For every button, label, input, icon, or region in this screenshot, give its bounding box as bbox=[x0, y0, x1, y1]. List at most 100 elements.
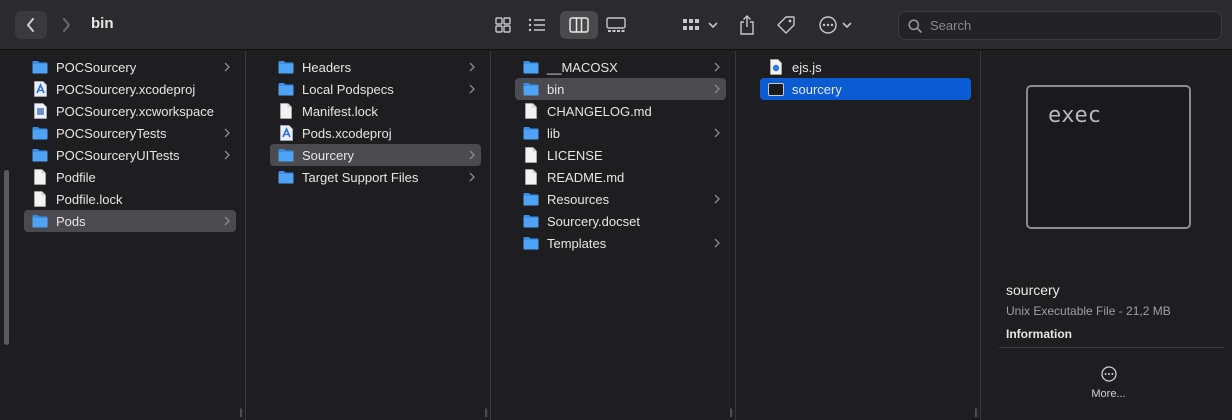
gallery-view-button[interactable] bbox=[604, 11, 628, 39]
chevron-right-icon bbox=[469, 170, 475, 185]
file-row[interactable]: Target Support Files bbox=[270, 166, 481, 188]
file-row[interactable]: POCSourcery bbox=[24, 56, 236, 78]
file-row[interactable]: Local Podspecs bbox=[270, 78, 481, 100]
scrollbar[interactable] bbox=[4, 170, 9, 345]
folder-icon bbox=[523, 214, 539, 228]
file-row[interactable]: README.md bbox=[515, 166, 726, 188]
file-row[interactable]: POCSourceryUITests bbox=[24, 144, 236, 166]
chevron-right-icon bbox=[714, 236, 720, 251]
share-button[interactable] bbox=[736, 11, 758, 39]
chevron-right-icon bbox=[469, 82, 475, 97]
column-resize-handle[interactable]: || bbox=[974, 407, 978, 417]
file-name: README.md bbox=[547, 169, 625, 185]
chevron-right-icon bbox=[714, 60, 720, 75]
more-button[interactable]: More... bbox=[1081, 366, 1136, 406]
more-icon bbox=[1100, 366, 1117, 382]
column-1[interactable]: POCSourcery POCSourcery.xcodeproj POCSourc… bbox=[0, 51, 246, 420]
file-row[interactable]: Pods bbox=[24, 210, 236, 232]
file-name: lib bbox=[547, 125, 561, 141]
preview-pane: exec sourcery Unix Executable File - 21,… bbox=[981, 51, 1232, 420]
xcode-workspace-icon bbox=[32, 103, 48, 119]
list-view-button[interactable] bbox=[526, 11, 548, 39]
file-row[interactable]: Resources bbox=[515, 188, 726, 210]
preview-file-kind: Unix Executable File - 21,2 MB bbox=[1006, 304, 1171, 318]
group-icon bbox=[683, 19, 699, 30]
column-2[interactable]: Headers Local Podspecs Manifest.lock Pods.x… bbox=[246, 51, 491, 420]
file-row[interactable]: CHANGELOG.md bbox=[515, 100, 726, 122]
chevron-right-icon bbox=[714, 82, 720, 97]
document-icon bbox=[32, 169, 48, 185]
group-button[interactable] bbox=[681, 11, 719, 39]
file-row[interactable]: Podfile.lock bbox=[24, 188, 236, 210]
file-name: Pods.xcodeproj bbox=[302, 125, 392, 141]
file-row[interactable]: Sourcery.docset bbox=[515, 210, 726, 232]
file-thumbnail[interactable]: exec bbox=[1026, 85, 1191, 229]
forward-button[interactable] bbox=[52, 11, 80, 39]
document-icon bbox=[32, 191, 48, 207]
gallery-view-icon bbox=[606, 17, 626, 32]
folder-icon bbox=[278, 82, 294, 96]
chevron-right-icon bbox=[224, 148, 230, 163]
column-resize-handle[interactable]: || bbox=[729, 407, 733, 417]
search-icon bbox=[908, 18, 922, 33]
file-row[interactable]: ejs.js bbox=[760, 56, 971, 78]
file-name: Local Podspecs bbox=[302, 81, 394, 97]
file-name: Podfile bbox=[56, 169, 96, 185]
more-label: More... bbox=[1091, 388, 1126, 400]
file-row[interactable]: __MACOSX bbox=[515, 56, 726, 78]
folder-icon bbox=[32, 126, 48, 140]
preview-filename: sourcery bbox=[1006, 282, 1060, 298]
column-4[interactable]: ejs.js sourcery || bbox=[736, 51, 981, 420]
chevron-down-icon bbox=[841, 22, 852, 29]
folder-icon bbox=[523, 192, 539, 206]
column-resize-handle[interactable]: || bbox=[484, 407, 488, 417]
file-row[interactable]: bin bbox=[515, 78, 726, 100]
file-row[interactable]: POCSourcery.xcodeproj bbox=[24, 78, 236, 100]
file-row[interactable]: POCSourceryTests bbox=[24, 122, 236, 144]
file-name: ejs.js bbox=[792, 59, 822, 75]
document-icon bbox=[523, 169, 539, 185]
more-actions-icon bbox=[818, 16, 837, 34]
column-view-button[interactable] bbox=[560, 11, 598, 39]
file-name: Resources bbox=[547, 191, 610, 207]
file-name: __MACOSX bbox=[547, 59, 618, 75]
column-resize-handle[interactable]: || bbox=[239, 407, 243, 417]
file-row[interactable]: Podfile bbox=[24, 166, 236, 188]
file-row[interactable]: lib bbox=[515, 122, 726, 144]
folder-icon bbox=[278, 60, 294, 74]
column-3[interactable]: __MACOSXbin CHANGELOG.md lib LICENSE README.… bbox=[491, 51, 736, 420]
file-row[interactable]: Headers bbox=[270, 56, 481, 78]
search-field[interactable] bbox=[898, 11, 1222, 40]
xcode-project-icon bbox=[32, 81, 48, 97]
file-name: sourcery bbox=[792, 81, 842, 97]
tag-button[interactable] bbox=[774, 11, 798, 39]
file-name: POCSourcery.xcodeproj bbox=[56, 81, 196, 97]
search-input[interactable] bbox=[930, 18, 1200, 33]
folder-icon bbox=[278, 170, 294, 184]
file-row[interactable]: sourcery bbox=[760, 78, 971, 100]
window-title: bin bbox=[91, 15, 114, 32]
toolbar: bin bbox=[0, 0, 1232, 50]
back-button[interactable] bbox=[15, 11, 47, 39]
file-row[interactable]: Sourcery bbox=[270, 144, 481, 166]
xcode-project-icon bbox=[278, 125, 294, 141]
file-row[interactable]: LICENSE bbox=[515, 144, 726, 166]
more-actions-button[interactable] bbox=[816, 11, 854, 39]
file-name: POCSourceryUITests bbox=[56, 147, 180, 163]
icon-view-button[interactable] bbox=[492, 11, 514, 39]
file-row[interactable]: Manifest.lock bbox=[270, 100, 481, 122]
folder-icon bbox=[523, 126, 539, 140]
file-row[interactable]: POCSourcery.xcworkspace bbox=[24, 100, 236, 122]
folder-icon bbox=[523, 60, 539, 74]
file-name: Manifest.lock bbox=[302, 103, 378, 119]
information-heading[interactable]: Information bbox=[1006, 327, 1072, 341]
folder-icon bbox=[278, 148, 294, 162]
file-row[interactable]: Templates bbox=[515, 232, 726, 254]
file-name: Podfile.lock bbox=[56, 191, 123, 207]
chevron-right-icon bbox=[224, 126, 230, 141]
file-row[interactable]: Pods.xcodeproj bbox=[270, 122, 481, 144]
file-name: Sourcery bbox=[302, 147, 355, 163]
divider bbox=[999, 347, 1224, 348]
chevron-right-icon bbox=[224, 214, 230, 229]
file-name: CHANGELOG.md bbox=[547, 103, 652, 119]
